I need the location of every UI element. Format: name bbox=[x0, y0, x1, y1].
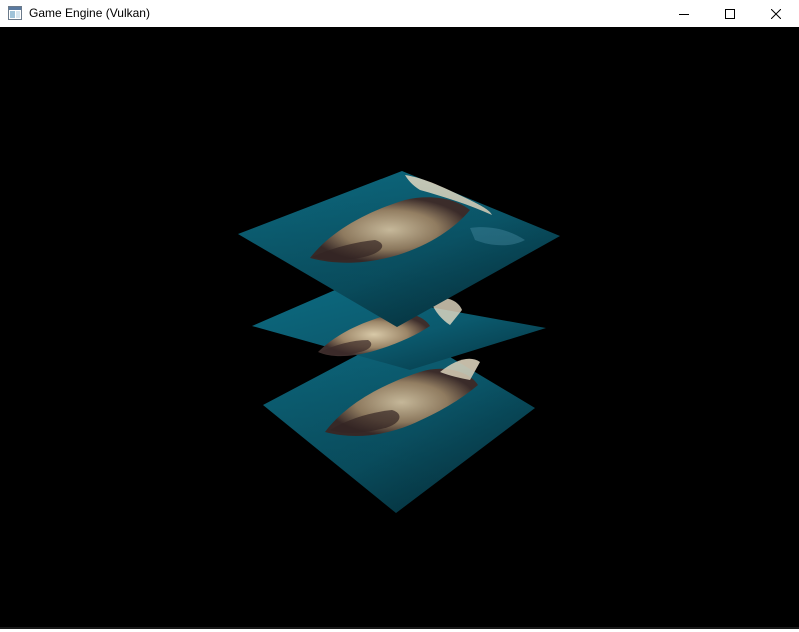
render-viewport[interactable] bbox=[0, 27, 799, 627]
window-title: Game Engine (Vulkan) bbox=[29, 6, 150, 20]
textured-quad-top bbox=[238, 171, 560, 327]
app-window-icon bbox=[8, 6, 22, 20]
minimize-button[interactable] bbox=[661, 0, 707, 27]
application-window: Game Engine (Vulkan) bbox=[0, 0, 799, 629]
scene-canvas bbox=[238, 171, 560, 513]
maximize-button[interactable] bbox=[707, 0, 753, 27]
minimize-icon bbox=[679, 13, 689, 15]
maximize-icon bbox=[725, 8, 735, 19]
close-button[interactable] bbox=[753, 0, 799, 27]
title-bar[interactable]: Game Engine (Vulkan) bbox=[0, 0, 799, 27]
close-icon bbox=[771, 8, 781, 19]
